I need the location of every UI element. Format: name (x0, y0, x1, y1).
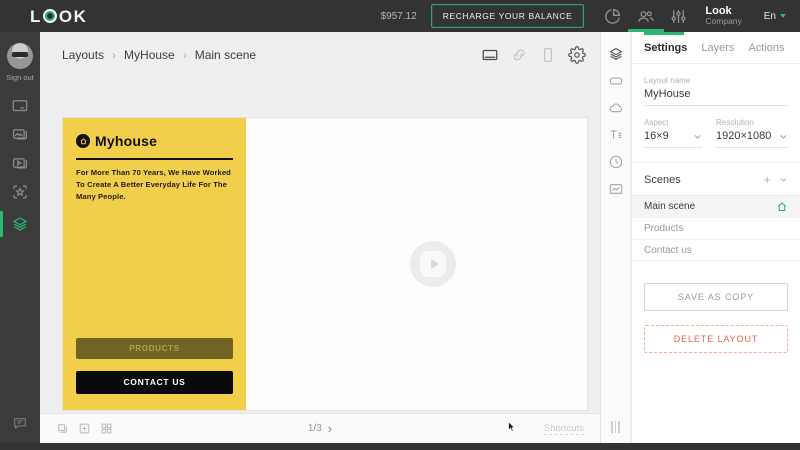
preferences-icon[interactable] (662, 0, 695, 32)
shortcuts-link[interactable]: Shortcuts (544, 423, 584, 435)
tool-text-icon[interactable] (601, 121, 630, 148)
collapse-scenes-icon[interactable] (779, 175, 788, 184)
portrait-orientation-icon[interactable] (539, 46, 557, 64)
support-chat-icon[interactable] (0, 415, 40, 431)
scene-item-main-scene[interactable]: Main scene (632, 195, 800, 217)
scene-item-products[interactable]: Products (632, 217, 800, 239)
delete-layout-button[interactable]: DELETE LAYOUT (644, 325, 788, 353)
tab-actions[interactable]: Actions (748, 42, 784, 54)
logo-letter: L (30, 8, 41, 25)
main-area: Layouts › MyHouse › Main scene (40, 32, 600, 443)
scene-canvas[interactable]: Myhouse For More Than 70 Years, We Have … (62, 117, 588, 411)
users-icon[interactable] (629, 0, 662, 32)
tool-layers-icon[interactable] (601, 40, 630, 67)
aspect-label: Aspect (644, 118, 702, 127)
tagline-text[interactable]: For More Than 70 Years, We Have Worked T… (76, 167, 233, 203)
language-label: En (764, 11, 776, 22)
settings-gear-icon[interactable] (568, 46, 586, 64)
sidebar-item-images[interactable] (0, 121, 40, 147)
resolution-value: 1920×1080 (716, 130, 771, 142)
scene-name: Contact us (644, 245, 692, 256)
active-tab-indicator (644, 32, 684, 35)
tool-button-widget-icon[interactable] (601, 67, 630, 94)
breadcrumb-layout-name[interactable]: MyHouse (124, 48, 175, 62)
add-scene-icon[interactable] (78, 422, 91, 435)
chevron-down-icon (693, 132, 702, 141)
brand-header[interactable]: Myhouse (76, 133, 233, 149)
app-logo[interactable]: L O K (30, 8, 86, 25)
tool-media-icon[interactable] (601, 175, 630, 202)
chevron-down-icon (779, 132, 788, 141)
products-preview-button[interactable]: PRODUCTS (76, 338, 233, 359)
play-video-button[interactable] (410, 241, 456, 287)
brand-logo-icon (76, 134, 90, 148)
contact-us-preview-button[interactable]: CONTACT US (76, 371, 233, 394)
window-bottom-edge (0, 443, 800, 450)
layout-name-input[interactable]: MyHouse (644, 88, 788, 106)
active-sidebar-indicator (0, 211, 3, 237)
home-scene-icon (776, 201, 788, 213)
resolution-label: Resolution (716, 118, 788, 127)
panel-resize-handle[interactable] (601, 421, 630, 433)
duplicate-scene-icon[interactable] (56, 422, 69, 435)
sidebar-item-widgets[interactable] (0, 179, 40, 205)
landscape-orientation-icon[interactable] (481, 46, 499, 64)
logo-letter: K (74, 8, 87, 25)
logo-eye-icon (43, 9, 57, 23)
tab-settings[interactable]: Settings (644, 42, 687, 54)
scenes-section: Scenes + Main scene Products Contact us (632, 162, 800, 261)
recharge-balance-button[interactable]: RECHARGE YOUR BALANCE (431, 4, 585, 28)
logo-letter: O (59, 8, 73, 25)
next-page-chevron[interactable]: › (328, 422, 332, 435)
page-indicator: 1/3 (308, 423, 322, 434)
aspect-select[interactable]: 16×9 (644, 130, 702, 148)
user-avatar[interactable] (7, 43, 33, 69)
account-menu[interactable]: Look Company (705, 5, 741, 26)
tool-schedule-icon[interactable] (601, 148, 630, 175)
scenes-title: Scenes (644, 174, 681, 186)
language-selector[interactable]: En (764, 11, 786, 22)
scene-name: Main scene (644, 201, 695, 212)
tool-cloud-icon[interactable] (601, 94, 630, 121)
breadcrumb-current-scene: Main scene (195, 48, 256, 62)
layout-name-label: Layout name (644, 76, 788, 85)
grid-view-icon[interactable] (100, 422, 113, 435)
canvas-bottom-bar: 1/3 › Shortcuts (40, 413, 600, 443)
resolution-select[interactable]: 1920×1080 (716, 130, 788, 148)
chevron-down-icon (780, 14, 786, 18)
breadcrumb-separator: › (183, 48, 187, 62)
aspect-value: 16×9 (644, 130, 669, 142)
breadcrumb-layouts[interactable]: Layouts (62, 48, 104, 62)
panel-tabs: Settings Layers Actions (632, 32, 800, 64)
sidebar-item-screens[interactable] (0, 93, 40, 119)
settings-panel: Settings Layers Actions Layout name MyHo… (632, 32, 800, 443)
top-bar: L O K $957.12 RECHARGE YOUR BALANCE (0, 0, 800, 32)
scene-name: Products (644, 223, 683, 234)
sidebar-item-layouts[interactable] (0, 211, 40, 237)
layer-tool-strip (600, 32, 631, 443)
account-balance: $957.12 (381, 11, 417, 22)
link-orientation-icon[interactable] (510, 46, 528, 64)
scene-item-contact-us[interactable]: Contact us (632, 239, 800, 261)
add-scene-button[interactable]: + (763, 173, 771, 186)
sidebar-item-videos[interactable] (0, 150, 40, 176)
stats-icon[interactable] (596, 0, 629, 32)
left-sidebar: Sign out (0, 32, 40, 443)
app-window: L O K $957.12 RECHARGE YOUR BALANCE (0, 0, 800, 450)
sign-out-button[interactable]: Sign out (0, 73, 40, 82)
save-as-copy-button[interactable]: SAVE AS COPY (644, 283, 788, 311)
breadcrumb: Layouts › MyHouse › Main scene (40, 32, 600, 78)
brand-name-text: Myhouse (95, 133, 157, 149)
divider (76, 158, 233, 160)
brand-panel-layer[interactable]: Myhouse For More Than 70 Years, We Have … (63, 118, 246, 410)
play-icon (420, 251, 446, 277)
tab-layers[interactable]: Layers (701, 42, 734, 54)
breadcrumb-separator: › (112, 48, 116, 62)
account-type: Company (705, 17, 741, 26)
